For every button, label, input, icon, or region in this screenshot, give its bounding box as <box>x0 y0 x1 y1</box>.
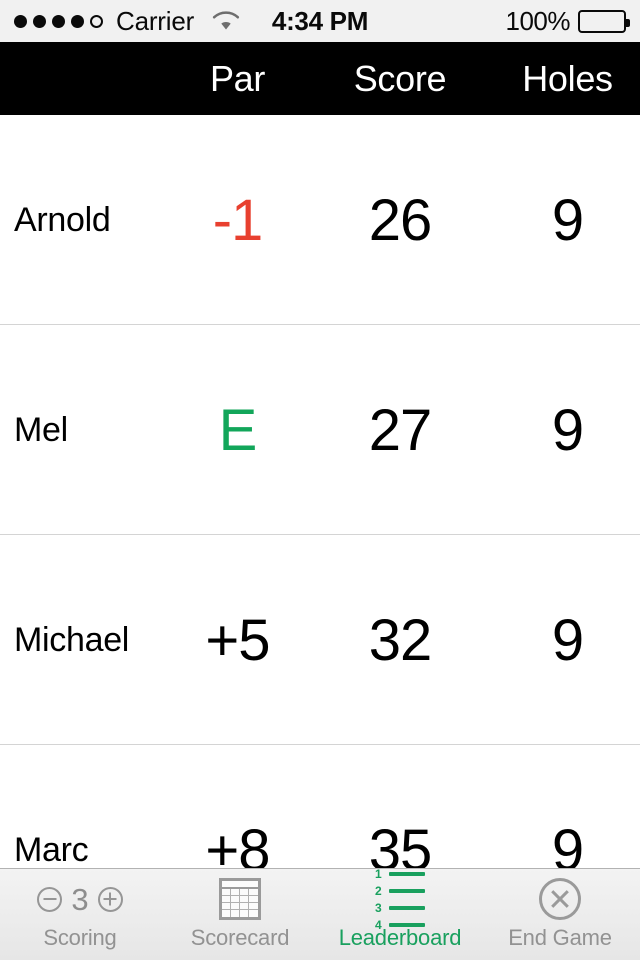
header-holes-label: Holes <box>522 57 613 99</box>
tab-end-game-label: End Game <box>508 925 612 950</box>
numbered-list-icon: 1 2 3 4 <box>375 868 425 931</box>
stepper-value: 3 <box>71 881 89 917</box>
player-score: 27 <box>368 397 433 463</box>
tab-leaderboard-label: Leaderboard <box>338 925 462 950</box>
score-stepper-icon: 3 <box>37 877 123 921</box>
player-par: +5 <box>205 607 270 673</box>
player-par: E <box>218 397 258 463</box>
player-score: 32 <box>368 607 433 673</box>
plus-circle-icon <box>97 886 123 912</box>
status-bar: Carrier 4:34 PM 100% <box>0 0 640 42</box>
tab-leaderboard[interactable]: 1 2 3 4 Leaderboard <box>320 868 480 960</box>
list-number: 3 <box>375 900 382 915</box>
tab-scorecard[interactable]: Scorecard <box>160 869 320 960</box>
app-root: Carrier 4:34 PM 100% Par Score Holes Arn… <box>0 0 640 960</box>
table-row[interactable]: Michael +5 32 9 <box>0 535 640 745</box>
table-row[interactable]: Arnold -1 26 9 <box>0 115 640 325</box>
battery-percent-label: 100% <box>505 5 571 36</box>
player-name: Arnold <box>14 200 111 239</box>
player-holes: 9 <box>551 607 584 673</box>
status-bar-right: 100% <box>505 5 630 37</box>
tab-end-game[interactable]: End Game <box>480 869 640 960</box>
player-name: Michael <box>14 620 130 659</box>
player-holes: 9 <box>551 187 584 253</box>
leaderboard-list[interactable]: Arnold -1 26 9 Mel E 27 9 Michael +5 32 … <box>0 115 640 960</box>
header-par-label: Par <box>209 57 266 99</box>
x-circle-icon <box>539 877 581 921</box>
tab-scorecard-label: Scorecard <box>190 925 290 950</box>
header-name-label <box>0 42 170 115</box>
tab-scoring-label: Scoring <box>43 925 117 950</box>
player-name: Mel <box>14 410 68 449</box>
tab-bar: 3 Scoring Scorecard 1 2 3 4 Leaderboard … <box>0 868 640 960</box>
tab-scoring[interactable]: 3 Scoring <box>0 869 160 960</box>
list-number: 1 <box>375 866 382 881</box>
minus-circle-icon <box>37 886 63 912</box>
player-par: -1 <box>212 187 264 253</box>
player-holes: 9 <box>551 397 584 463</box>
header-score-label: Score <box>353 57 447 99</box>
list-number: 2 <box>375 883 382 898</box>
table-header: Par Score Holes <box>0 42 640 115</box>
grid-table-icon <box>219 877 261 921</box>
battery-icon <box>578 9 630 33</box>
table-row[interactable]: Mel E 27 9 <box>0 325 640 535</box>
player-score: 26 <box>368 187 433 253</box>
